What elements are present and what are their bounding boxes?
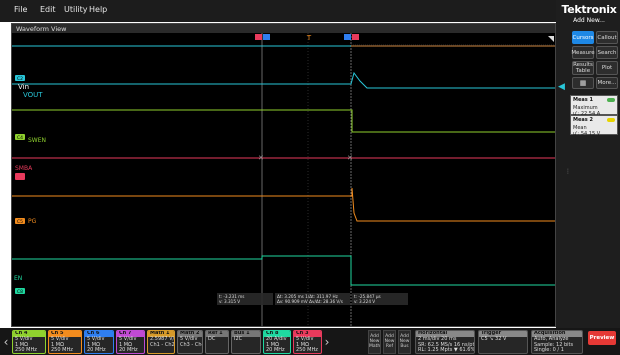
c3-marker[interactable] [15, 173, 25, 180]
channel-badge-ch7[interactable]: Ch 7 5 V/div 1 MΩ 20 MHz [116, 330, 145, 354]
c8-marker-label: C8 [17, 289, 23, 295]
search-button[interactable]: Search [596, 46, 618, 59]
bus1-line-1: I2C [234, 336, 243, 342]
more-button[interactable]: More... [596, 77, 618, 89]
en-trace [12, 255, 555, 286]
ch8-line-3: 20 MHz [266, 347, 285, 353]
add-new-bus-button[interactable]: Add New Bus [398, 330, 411, 354]
cursor-a-handle-right[interactable] [263, 34, 270, 40]
waveform-title: Waveform View [16, 25, 67, 33]
plot-button[interactable]: Plot [596, 61, 618, 75]
waveform-title-bar: Waveform View [12, 24, 555, 33]
ref-1-badge[interactable]: Ref 1 DC [205, 330, 229, 354]
channel-badge-ch4[interactable]: Ch 4 5 V/div 1 MΩ 250 MHz [12, 330, 46, 354]
math2-line-2: Ch3 - Ch4 [180, 341, 203, 348]
cursor-b-volt: v: 3.224 V [354, 299, 375, 304]
ch5-line-3: 250 MHz [51, 347, 73, 353]
grid-icon[interactable]: ▦ [572, 77, 594, 89]
ch4-line-3: 250 MHz [15, 347, 37, 353]
cursor-a-cross-icon: ✕ [258, 154, 264, 162]
acquisition-line-3: Single: 0 / 1 [534, 347, 564, 353]
cursor-b-cross-icon: ✕ [347, 154, 353, 162]
c4-marker-label: C4 [17, 135, 23, 141]
horizontal-badge[interactable]: Horizontal 2 ms/div 20 ms SR: 62.5 MS/s … [415, 330, 475, 354]
cursors-button[interactable]: Cursors [572, 31, 594, 44]
acquisition-badge[interactable]: Acquisition Auto, Analyze Sample: 12 bit… [531, 330, 583, 354]
brand-logo: Tektronix [561, 3, 617, 16]
preview-button[interactable]: Preview [588, 331, 616, 345]
ch6-line-3: 20 MHz [87, 347, 106, 353]
pg-label: PG [28, 218, 37, 225]
add-new-label: Add New... [573, 17, 605, 24]
menu-file[interactable]: File [14, 5, 27, 14]
swen-trace [12, 109, 555, 133]
c5-marker-label: C5 [17, 219, 23, 225]
left-arrow-icon[interactable]: ◀ [558, 82, 565, 92]
channel-badge-ch5[interactable]: Ch 5 5 V/div 1 MΩ 250 MHz [48, 330, 82, 354]
channel-badge-ch3[interactable]: Ch 3 5 V/div 1 MΩ 250 MHz [293, 330, 322, 354]
meas-1-card[interactable]: Meas 1 Maximum μ': 22.54 A [570, 95, 618, 117]
menu-edit[interactable]: Edit [40, 5, 56, 14]
trigger-marker-icon[interactable]: T [306, 34, 312, 42]
add-new-math-button[interactable]: Add New Math [368, 330, 381, 354]
callout-button[interactable]: Callout [596, 31, 618, 44]
delta-volt: Δv: 90.909 mV Δv/Δt: 28.36 V/s [277, 299, 343, 304]
en-label: EN [14, 275, 22, 282]
c2-marker-label: C2 [17, 76, 23, 82]
panel-grip-icon[interactable]: ⋮ [565, 169, 571, 175]
ch7-line-3: 20 MHz [119, 347, 138, 353]
meas-2-value: μ': 54.15 V [573, 131, 601, 137]
scroll-left-icon[interactable]: ‹ [2, 333, 10, 351]
menu-bar: File Edit Utility Help [0, 0, 556, 22]
bus-1-badge[interactable]: Bus 1 I2C [231, 330, 261, 354]
vout-trace [12, 71, 555, 89]
waveform-view: Waveform View T Vin VOUT SWEN SMBA ✕ ✕ P… [11, 23, 556, 327]
swen-label: SWEN [28, 137, 46, 144]
trigger-line-1: C5 ↘ 32 V [481, 336, 507, 342]
vout-label: VOUT [23, 91, 43, 99]
meas-2-card[interactable]: Meas 2 Mean μ': 54.15 V [570, 115, 618, 137]
channel-badge-ch6[interactable]: Ch 6 5 V/div 1 MΩ 20 MHz [84, 330, 114, 354]
results-table-button[interactable]: Results Table [572, 61, 594, 75]
vin-label: Vin [18, 83, 29, 91]
ch3-line-3: 250 MHz [296, 347, 318, 353]
smba-label: SMBA [15, 165, 33, 172]
waveform-plot[interactable]: T Vin VOUT SWEN SMBA ✕ ✕ PG EN C2 C4 C5 [12, 33, 555, 326]
pg-trace [12, 187, 555, 222]
trigger-badge[interactable]: Trigger C5 ↘ 32 V [478, 330, 528, 354]
menu-utility[interactable]: Utility [64, 5, 88, 14]
add-new-ref-button[interactable]: Add New Ref [383, 330, 396, 354]
meas-1-title: Meas 1 [573, 97, 593, 103]
cursor-a-volt: v: 3.315 V [219, 299, 240, 304]
channel-badge-ch8[interactable]: Ch 8 20 A/div 1 MΩ 20 MHz [263, 330, 291, 354]
meas-2-badge [607, 118, 615, 122]
math-1-badge[interactable]: Math 1 2.5987 V/div Ch1 - Ch2 [147, 330, 175, 354]
math1-line-2: Ch1 - Ch2 [150, 341, 175, 348]
corner-fold-icon [548, 36, 554, 42]
cursor-a-handle-left[interactable] [255, 34, 262, 40]
delta-readout: Δt: 3.205 ms 1/Δt: 311.97 Hz Δv: 90.909 … [275, 293, 350, 305]
meas-2-title: Meas 2 [573, 117, 593, 123]
math-2-badge[interactable]: Math 2 5 V/div Ch3 - Ch4 [177, 330, 203, 354]
cursor-b-handle-left[interactable] [344, 34, 351, 40]
cursor-a-readout: t: -3.231 ms v: 3.315 V [217, 293, 273, 305]
ref1-line-1: DC [208, 336, 216, 342]
meas-1-badge [607, 98, 615, 102]
measure-button[interactable]: Measure [571, 46, 595, 59]
menu-help[interactable]: Help [89, 5, 107, 14]
scroll-right-icon[interactable]: › [323, 333, 331, 351]
cursor-b-handle-right[interactable] [352, 34, 359, 40]
horizontal-line-3: RL: 1.25 Mpts ▼ 61.6% [418, 347, 475, 353]
cursor-b-readout: t: -25.847 μs v: 3.224 V [352, 293, 408, 305]
